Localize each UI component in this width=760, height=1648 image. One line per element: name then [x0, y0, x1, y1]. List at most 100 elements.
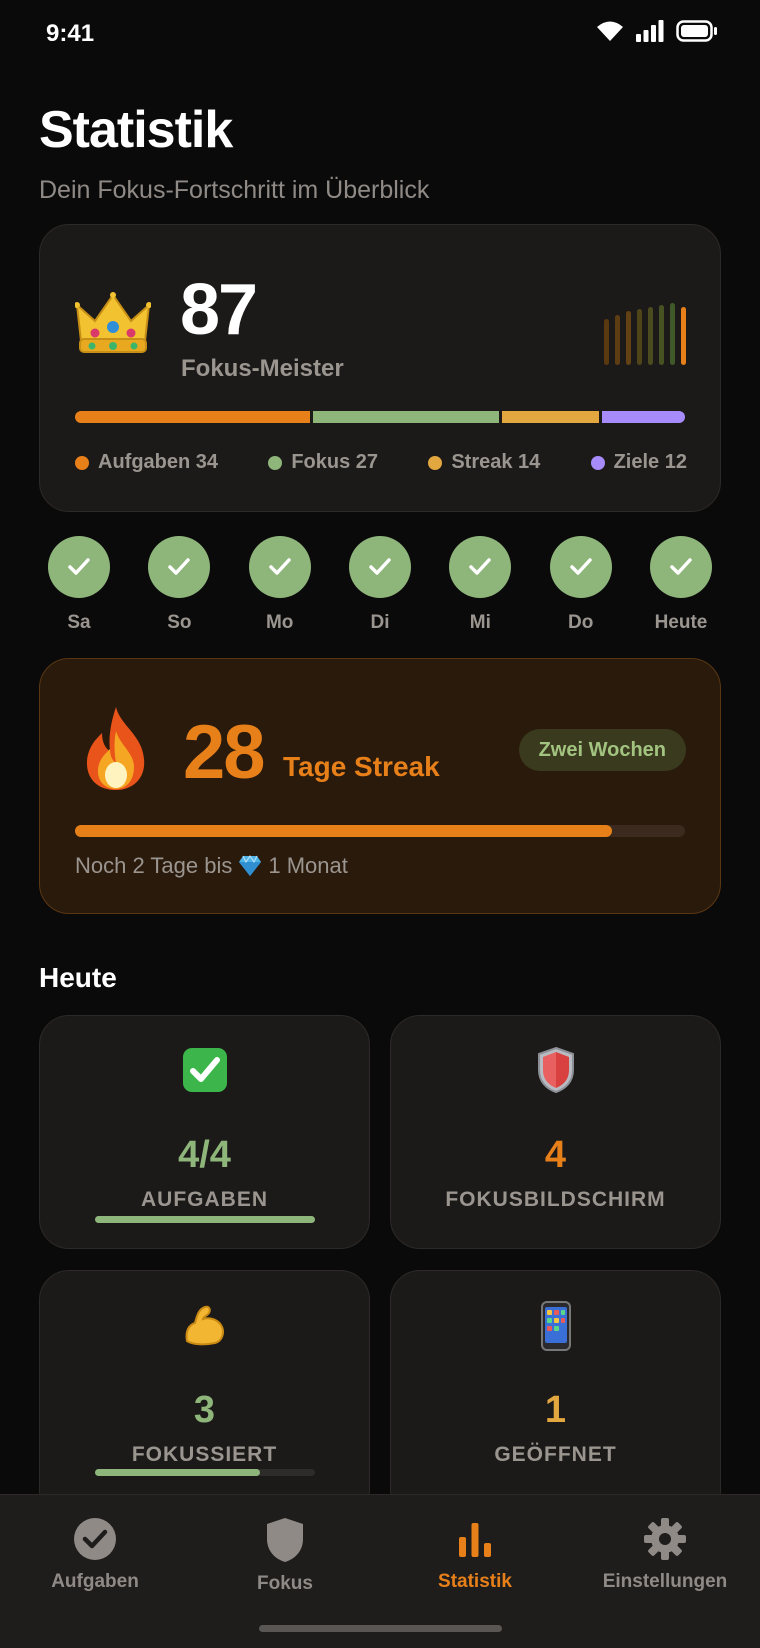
day-check-circle	[148, 536, 211, 598]
checkmark-icon	[68, 558, 90, 575]
stat-progress-fill	[95, 1216, 315, 1223]
stat-label: GEÖFFNET	[494, 1443, 617, 1466]
day-label: Di	[370, 612, 390, 633]
stat-progress-bar	[95, 1469, 315, 1476]
bar-chart-icon	[459, 1523, 491, 1557]
focus-score-label: Fokus-Meister	[181, 355, 344, 382]
checkmark-icon	[569, 558, 592, 575]
wifi-icon	[597, 21, 623, 41]
home-indicator[interactable]	[259, 1625, 502, 1632]
shield-icon	[267, 1518, 303, 1562]
fire-icon	[86, 707, 145, 790]
mini-bar-chart-icon	[604, 303, 686, 365]
day-check-circle	[48, 536, 110, 598]
score-segment-ziele	[602, 411, 685, 423]
shield-icon	[537, 1046, 574, 1094]
stat-card-focused: 3 FOKUSSIERT	[39, 1270, 370, 1520]
streak-milestone-badge: Zwei Wochen	[518, 729, 686, 771]
legend-dot	[590, 455, 605, 470]
day-check-circle	[649, 536, 712, 598]
day-label: Mi	[469, 612, 491, 633]
day-label: Sa	[67, 612, 91, 633]
score-segment-fokus	[312, 411, 500, 423]
legend-item-aufgaben: Aufgaben 34	[75, 451, 218, 474]
legend-label: Ziele 12	[613, 451, 687, 473]
stat-card-opened: 1 GEÖFFNET	[390, 1270, 721, 1520]
stat-label: FOKUSBILDSCHIRM	[445, 1188, 666, 1211]
tab-statistik[interactable]: Statistik	[380, 1517, 570, 1593]
stat-card-focus-screen: 4 FOKUSBILDSCHIRM	[390, 1015, 721, 1249]
day-mo: Mo	[240, 536, 320, 634]
streak-label: Tage Streak	[283, 751, 440, 782]
streak-progress-bar	[75, 825, 685, 837]
day-so: So	[139, 536, 219, 634]
tab-label: Einstellungen	[602, 1571, 728, 1592]
tab-einstellungen[interactable]: Einstellungen	[570, 1517, 760, 1593]
checkmark-icon	[369, 558, 391, 575]
focus-score-legend: Aufgaben 34 Fokus 27 Streak 14 Ziele 12	[75, 451, 687, 474]
stat-progress-fill	[95, 1469, 260, 1476]
stat-value: 3	[193, 1389, 216, 1431]
stat-card-tasks: 4/4 AUFGABEN	[39, 1015, 370, 1249]
checkmark-icon	[168, 558, 191, 575]
mobile-phone-icon	[540, 1301, 571, 1351]
streak-value: 28	[183, 710, 266, 795]
weekly-streak-row: Sa So Mo Di Mi Do Heute	[39, 536, 721, 634]
streak-next-milestone: Noch 2 Tage bis 1 Monat	[75, 853, 348, 879]
tab-label: Aufgaben	[51, 1571, 139, 1592]
day-check-circle	[348, 536, 411, 598]
check-box-icon	[182, 1048, 227, 1092]
page-title: Statistik	[39, 101, 233, 159]
stat-value: 1	[544, 1389, 567, 1431]
crown-icon	[75, 292, 151, 353]
focus-score-card: 87 Fokus-Meister Aufgaben 34 Fokus 27 St…	[39, 224, 721, 512]
day-mi: Mi	[440, 536, 520, 634]
day-label: Do	[567, 612, 594, 633]
legend-item-streak: Streak 14	[428, 451, 540, 474]
gem-icon	[239, 855, 262, 876]
legend-item-fokus: Fokus 27	[268, 451, 378, 474]
section-title-today: Heute	[39, 962, 117, 993]
tab-label: Statistik	[438, 1571, 512, 1592]
day-check-circle	[248, 536, 311, 598]
page-subtitle: Dein Fokus-Fortschritt im Überblick	[39, 176, 430, 204]
checkmark-icon	[268, 558, 291, 575]
signal-icon	[636, 20, 664, 42]
day-label: Heute	[654, 612, 708, 633]
checkmark-icon	[469, 558, 492, 575]
legend-label: Fokus 27	[291, 451, 379, 473]
gear-icon	[644, 1518, 686, 1560]
status-time: 9:41	[46, 20, 95, 47]
tab-fokus[interactable]: Fokus	[190, 1517, 380, 1595]
day-label: Mo	[265, 612, 294, 633]
day-di: Di	[340, 536, 420, 634]
status-icons	[596, 20, 718, 42]
stat-label: FOKUSSIERT	[131, 1443, 278, 1466]
legend-dot	[268, 455, 283, 470]
day-check-circle	[549, 536, 612, 598]
day-sa: Sa	[39, 536, 119, 634]
flexed-biceps-icon	[185, 1305, 224, 1346]
legend-label: Streak 14	[451, 451, 541, 473]
stat-value: 4/4	[178, 1134, 231, 1176]
streak-note-prefix: Noch 2 Tage bis	[75, 853, 233, 878]
streak-card: 28 Tage Streak Zwei Wochen Noch 2 Tage b…	[39, 658, 721, 914]
day-do: Do	[541, 536, 621, 634]
legend-label: Aufgaben 34	[98, 451, 219, 473]
legend-dot	[428, 455, 443, 470]
checkmark-circle-icon	[74, 1518, 116, 1560]
stat-progress-bar	[95, 1216, 315, 1223]
score-segment-streak	[502, 411, 600, 423]
status-bar: 9:41	[0, 0, 760, 70]
battery-icon	[676, 20, 717, 42]
tab-aufgaben[interactable]: Aufgaben	[0, 1517, 190, 1593]
checkmark-icon	[670, 558, 692, 575]
focus-score-value: 87	[180, 270, 258, 350]
legend-dot	[75, 455, 89, 470]
streak-progress-fill	[75, 825, 612, 837]
focus-score-breakdown-bar	[75, 411, 685, 423]
day-label: So	[167, 612, 192, 633]
stat-value: 4	[544, 1134, 567, 1176]
tab-label: Fokus	[257, 1573, 313, 1594]
legend-item-ziele: Ziele 12	[590, 451, 687, 474]
